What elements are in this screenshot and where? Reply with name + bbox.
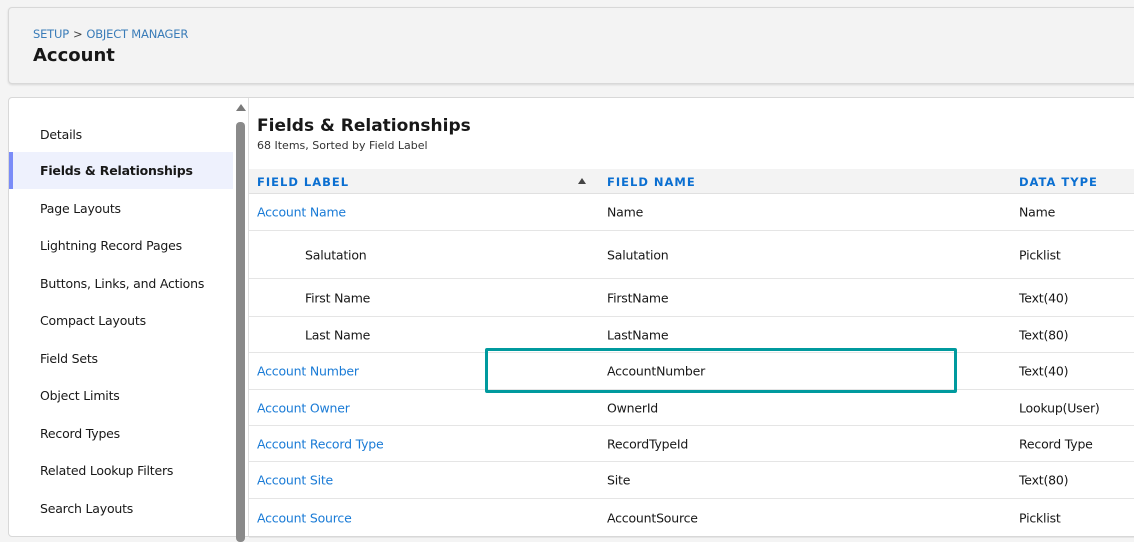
- data-type-cell: Name: [1019, 204, 1056, 220]
- field-label-cell[interactable]: Account Owner: [257, 400, 350, 415]
- table-row: Account Owner OwnerId Lookup(User): [249, 390, 1134, 426]
- field-name-cell: RecordTypeId: [607, 436, 689, 451]
- sidebar-item[interactable]: Buttons, Links, and Actions: [9, 265, 233, 302]
- table-header: FIELD LABEL FIELD NAME DATA TYPE: [249, 169, 1134, 194]
- field-name-cell: FirstName: [607, 290, 669, 305]
- section-subtitle: 68 Items, Sorted by Field Label: [257, 139, 428, 152]
- sidebar-item[interactable]: Page Layouts: [9, 190, 233, 227]
- table-row: Account Site Site Text(80): [249, 462, 1134, 499]
- column-header-field-label[interactable]: FIELD LABEL: [257, 175, 349, 189]
- field-label-cell: Last Name: [305, 327, 371, 342]
- data-type-cell: Picklist: [1019, 247, 1061, 262]
- breadcrumb: SETUP > OBJECT MANAGER: [33, 27, 188, 41]
- field-name-cell: OwnerId: [607, 400, 659, 415]
- data-type-cell: Text(40): [1019, 363, 1069, 379]
- data-type-cell: Text(80): [1019, 327, 1069, 342]
- sidebar-item[interactable]: Details: [9, 116, 233, 153]
- scroll-up-arrow-icon[interactable]: [236, 104, 246, 111]
- field-label-cell[interactable]: Account Site: [257, 473, 333, 488]
- sidebar-item[interactable]: Compact Layouts: [9, 302, 233, 339]
- main-panel: Fields & Relationships 68 Items, Sorted …: [249, 98, 1134, 538]
- highlight-box: [485, 348, 957, 393]
- section-title: Fields & Relationships: [257, 116, 471, 136]
- sidebar-item[interactable]: Search Layouts: [9, 490, 233, 527]
- data-type-cell: Text(80): [1019, 472, 1069, 488]
- page-header: SETUP > OBJECT MANAGER Account: [8, 7, 1134, 84]
- field-label-cell[interactable]: Account Record Type: [257, 436, 384, 451]
- breadcrumb-separator: >: [72, 27, 83, 41]
- field-name-cell: LastName: [607, 327, 669, 342]
- sidebar-item[interactable]: Fields & Relationships: [9, 152, 233, 189]
- sidebar-scrollbar[interactable]: [235, 98, 247, 542]
- field-name-cell: Salutation: [607, 247, 669, 262]
- sort-ascending-icon[interactable]: [578, 178, 586, 184]
- table-row: Account Name Name Name: [249, 194, 1134, 231]
- field-name-cell: Name: [607, 204, 644, 220]
- field-name-cell: Site: [607, 472, 631, 488]
- breadcrumb-object-manager[interactable]: OBJECT MANAGER: [86, 27, 188, 41]
- field-label-cell: First Name: [305, 290, 371, 305]
- table-row: Account Record Type RecordTypeId Record Ty…: [249, 426, 1134, 462]
- data-type-cell: Record Type: [1019, 436, 1093, 451]
- page-title: Account: [33, 45, 115, 66]
- breadcrumb-setup[interactable]: SETUP: [33, 27, 69, 41]
- sidebar-item[interactable]: Related Lookup Filters: [9, 452, 233, 489]
- sidebar-item[interactable]: Field Sets: [9, 340, 233, 377]
- field-label-cell: Salutation: [305, 247, 367, 262]
- table-row: Account Source AccountSource Picklist: [249, 499, 1134, 538]
- column-header-field-name[interactable]: FIELD NAME: [607, 175, 696, 189]
- content-card: Details Fields & Relationships Page Layout…: [8, 97, 1134, 542]
- scrollbar-thumb[interactable]: [236, 122, 245, 542]
- data-type-cell: Text(40): [1019, 290, 1069, 305]
- field-label-cell[interactable]: Account Name: [257, 205, 346, 220]
- sidebar-item[interactable]: Lightning Record Pages: [9, 227, 233, 264]
- data-type-cell: Lookup(User): [1019, 400, 1100, 415]
- field-label-cell[interactable]: Account Source: [257, 511, 352, 526]
- sidebar-item[interactable]: Object Limits: [9, 377, 233, 414]
- field-name-cell: AccountSource: [607, 510, 698, 526]
- table-row: Salutation Salutation Picklist: [249, 231, 1134, 279]
- sidebar-item[interactable]: Record Types: [9, 415, 233, 452]
- field-label-cell[interactable]: Account Number: [257, 364, 359, 379]
- data-type-cell: Picklist: [1019, 510, 1061, 526]
- table-row: First Name FirstName Text(40): [249, 279, 1134, 317]
- column-header-data-type[interactable]: DATA TYPE: [1019, 175, 1098, 189]
- sidebar: Details Fields & Relationships Page Layout…: [9, 98, 233, 536]
